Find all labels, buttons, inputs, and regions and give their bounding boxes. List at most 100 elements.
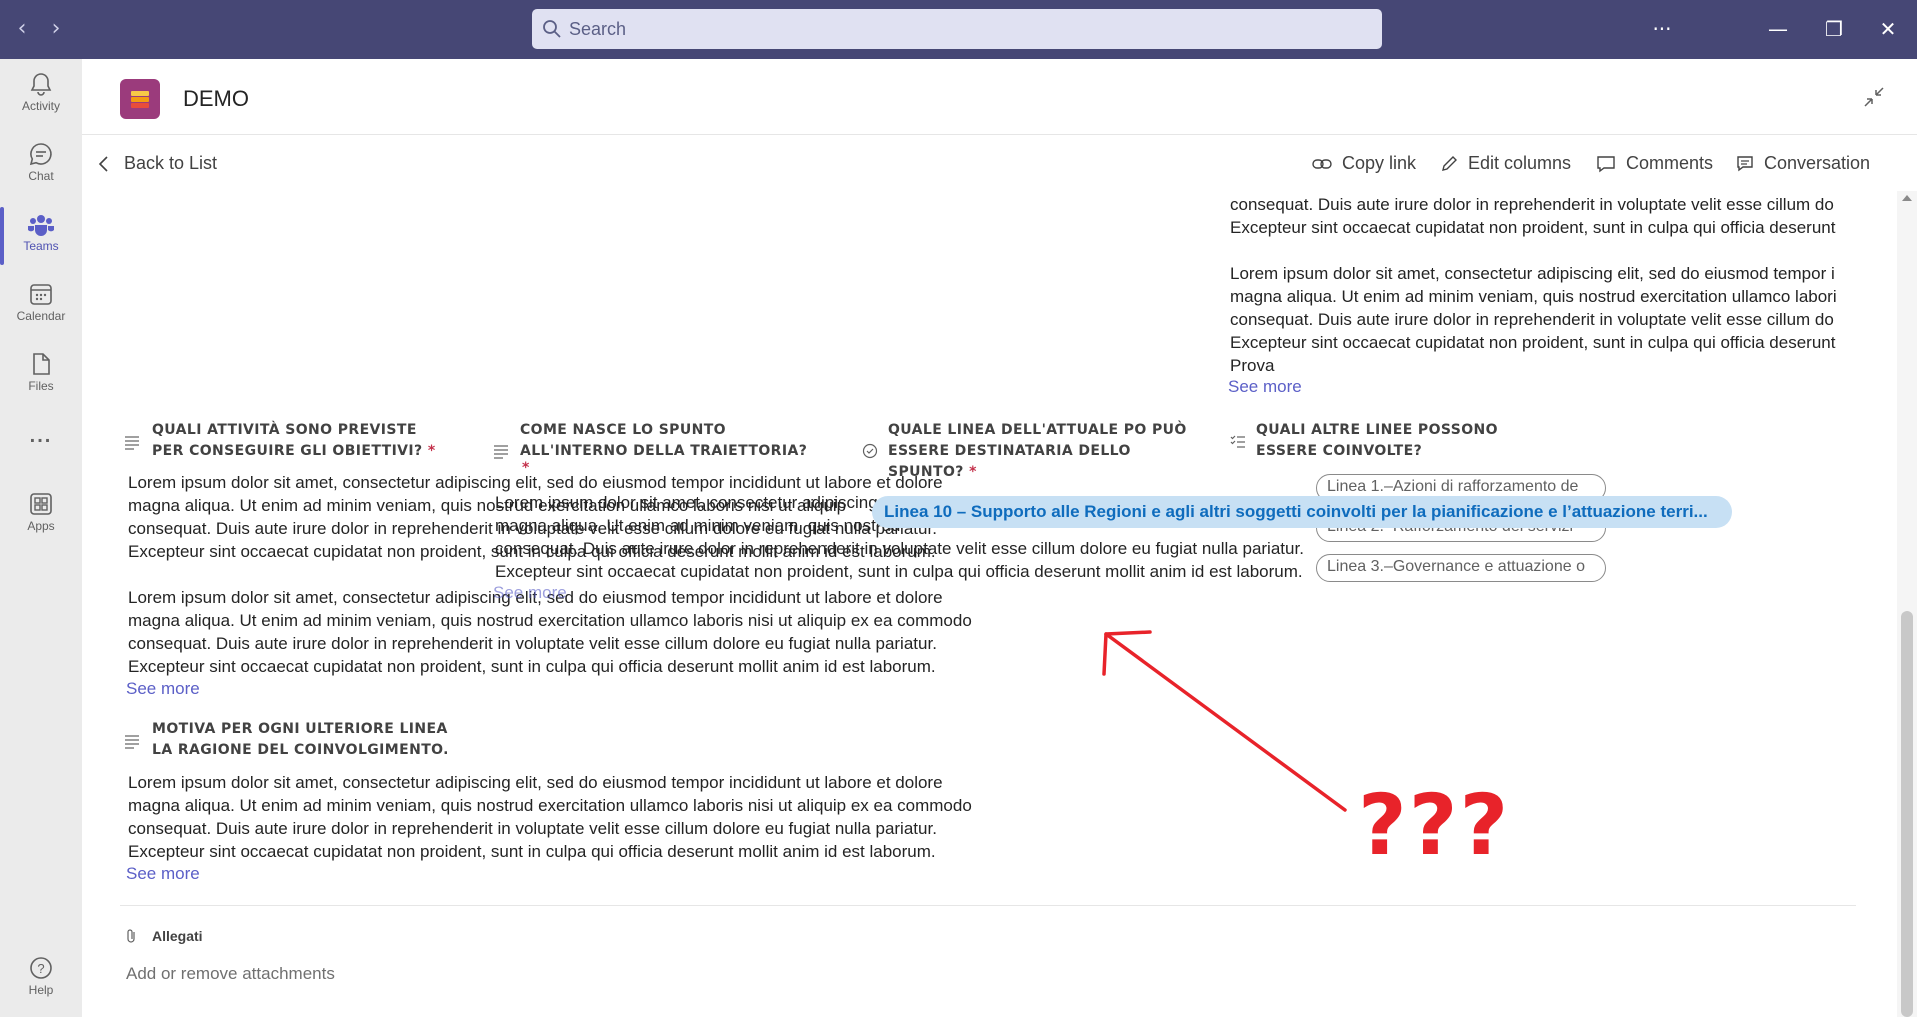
rail-label: Apps (27, 519, 55, 533)
see-more-link[interactable]: See more (493, 583, 567, 603)
app-header: DEMO (82, 59, 1917, 135)
multi-choice-field-icon (1230, 435, 1245, 448)
add-attachments-link[interactable]: Add or remove attachments (126, 964, 335, 984)
rail-label: Chat (28, 169, 54, 183)
vertical-scrollbar[interactable] (1897, 191, 1917, 1017)
attachments-title: Allegati (152, 928, 203, 944)
svg-text:?: ? (37, 961, 44, 976)
text-field-icon (125, 436, 139, 450)
field-title-line: ESSERE DESTINATARIA DELLO (888, 443, 1131, 459)
field-title-line: ESSERE COINVOLTE? (1256, 443, 1423, 459)
text-line: Excepteur sint occaecat cupidatat non pr… (1230, 333, 1836, 352)
back-to-list-button[interactable]: Back to List (98, 153, 217, 174)
text-field-icon (494, 445, 508, 459)
annotation-arrow (1102, 630, 1347, 812)
rail-label: Calendar (16, 309, 66, 323)
section-divider (120, 905, 1856, 906)
calendar-icon (30, 284, 52, 305)
text-line: Prova (1230, 356, 1275, 375)
app-rail: Activity Chat Teams Calendar Files ... A… (0, 59, 82, 1017)
text-line: Lorem ipsum dolor sit amet, consectetur … (495, 493, 878, 512)
field-title-motiva: MOTIVA PER OGNI ULTERIORE LINEA LA RAGIO… (152, 719, 449, 761)
comments-button[interactable]: Comments (1596, 153, 1713, 174)
page-title: DEMO (183, 86, 249, 111)
rail-label: Help (28, 983, 54, 997)
copy-link-label: Copy link (1342, 153, 1417, 173)
field-title-line: PER CONSEGUIRE GLI OBIETTIVI? (152, 443, 423, 459)
help-icon: ? (30, 957, 52, 979)
edit-columns-button[interactable]: Edit columns (1440, 153, 1571, 174)
field-title-attivita: QUALI ATTIVITÀ SONO PREVISTE PER CONSEGU… (152, 420, 436, 462)
comments-label: Comments (1626, 153, 1714, 173)
required-marker: * (427, 443, 436, 459)
see-more-link[interactable]: See more (1228, 377, 1302, 397)
more-options-button[interactable]: ··· (1644, 12, 1680, 46)
copy-link-button[interactable]: Copy link (1312, 153, 1416, 174)
rail-teams[interactable]: Teams (0, 205, 82, 269)
annotation-question-marks: ??? (1358, 776, 1511, 874)
field-title-altre-linee: QUALI ALTRE LINEE POSSONO ESSERE COINVOL… (1256, 420, 1498, 462)
text-line: consequat. Duis aute irure dolor in repr… (128, 634, 937, 653)
bell-icon (30, 73, 52, 96)
text-line: consequat. Duis aute irure dolor in repr… (128, 819, 937, 838)
item-toolbar: Back to List Copy link Edit columns Comm… (82, 135, 1917, 191)
field-title-line: COME NASCE LO SPUNTO (520, 422, 726, 438)
field-title-line: MOTIVA PER OGNI ULTERIORE LINEA (152, 721, 448, 737)
close-button[interactable]: ✕ (1870, 12, 1906, 46)
teams-icon (28, 215, 54, 236)
text-line: Lorem ipsum dolor sit amet, consectetur … (1230, 264, 1835, 283)
list-app-icon (120, 79, 160, 119)
rail-chat[interactable]: Chat (0, 135, 82, 199)
rail-label: Activity (21, 99, 60, 113)
rail-help[interactable]: ? Help (0, 949, 82, 1013)
text-line: magna aliqua. Ut enim ad minim veniam, q… (128, 796, 972, 815)
see-more-link[interactable]: See more (126, 679, 200, 699)
field-title-line: LA RAGIONE DEL COINVOLGIMENTO. (152, 742, 449, 758)
minimize-button[interactable]: — (1760, 12, 1796, 46)
scroll-up-arrow[interactable] (1902, 195, 1912, 201)
forward-nav-button[interactable]: › (42, 14, 70, 44)
text-field-icon (125, 735, 139, 749)
back-nav-button[interactable]: ‹ (8, 14, 36, 44)
text-line: Lorem ipsum dolor sit amet, consectetur … (128, 773, 943, 792)
rail-apps[interactable]: Apps (0, 485, 82, 549)
rail-calendar[interactable]: Calendar (0, 275, 82, 339)
chevron-left-icon (98, 155, 108, 172)
collapse-icon[interactable] (1862, 85, 1886, 109)
text-line: magna aliqua. Ut enim ad minim veniam, q… (1230, 287, 1837, 306)
search-bar[interactable]: Search (532, 9, 1382, 49)
field-title-spunto: COME NASCE LO SPUNTO ALL'INTERNO DELLA T… (520, 420, 808, 475)
text-line: magna aliqua. Ut enim ad minim veniam, q… (495, 516, 901, 535)
rail-activity[interactable]: Activity (0, 65, 82, 129)
conversation-icon (1737, 155, 1753, 171)
comment-icon (1597, 155, 1615, 172)
field-title-line: QUALI ATTIVITÀ SONO PREVISTE (152, 422, 417, 438)
back-to-list-label: Back to List (124, 153, 218, 173)
file-icon (33, 353, 50, 375)
edit-columns-label: Edit columns (1468, 153, 1572, 173)
search-icon (543, 20, 561, 38)
text-line: magna aliqua. Ut enim ad minim veniam, q… (128, 611, 972, 630)
text-line: Excepteur sint occaecat cupidatat non pr… (1230, 218, 1836, 237)
rail-files[interactable]: Files (0, 345, 82, 409)
restore-button[interactable]: ❐ (1816, 12, 1852, 46)
link-icon (1312, 158, 1332, 169)
chat-icon (29, 143, 52, 166)
see-more-link[interactable]: See more (126, 864, 200, 884)
linea-tooltip: Linea 10 – Supporto alle Regioni e agli … (872, 496, 1732, 528)
rail-more[interactable]: ... (0, 425, 82, 465)
choice-field-icon (862, 443, 878, 459)
more-horizontal-icon: ... (29, 425, 53, 447)
rail-label: Files (28, 379, 54, 393)
required-marker: * (969, 464, 977, 480)
search-placeholder: Search (569, 19, 627, 39)
field-title-line: QUALE LINEA DELL'ATTUALE PO PUÒ (888, 422, 1187, 438)
field-title-line: ALL'INTERNO DELLA TRAIETTORIA? (520, 443, 808, 459)
text-line: consequat. Duis aute irure dolor in repr… (495, 539, 1304, 558)
text-line: Excepteur sint occaecat cupidatat non pr… (128, 842, 936, 861)
scroll-thumb[interactable] (1901, 611, 1913, 1017)
text-line: Excepteur sint occaecat cupidatat non pr… (495, 562, 1303, 581)
linea-chip[interactable]: Linea 3.–Governance e attuazione o (1316, 554, 1606, 582)
conversation-button[interactable]: Conversation (1736, 153, 1870, 174)
item-form-content: consequat. Duis aute irure dolor in repr… (82, 191, 1897, 1017)
